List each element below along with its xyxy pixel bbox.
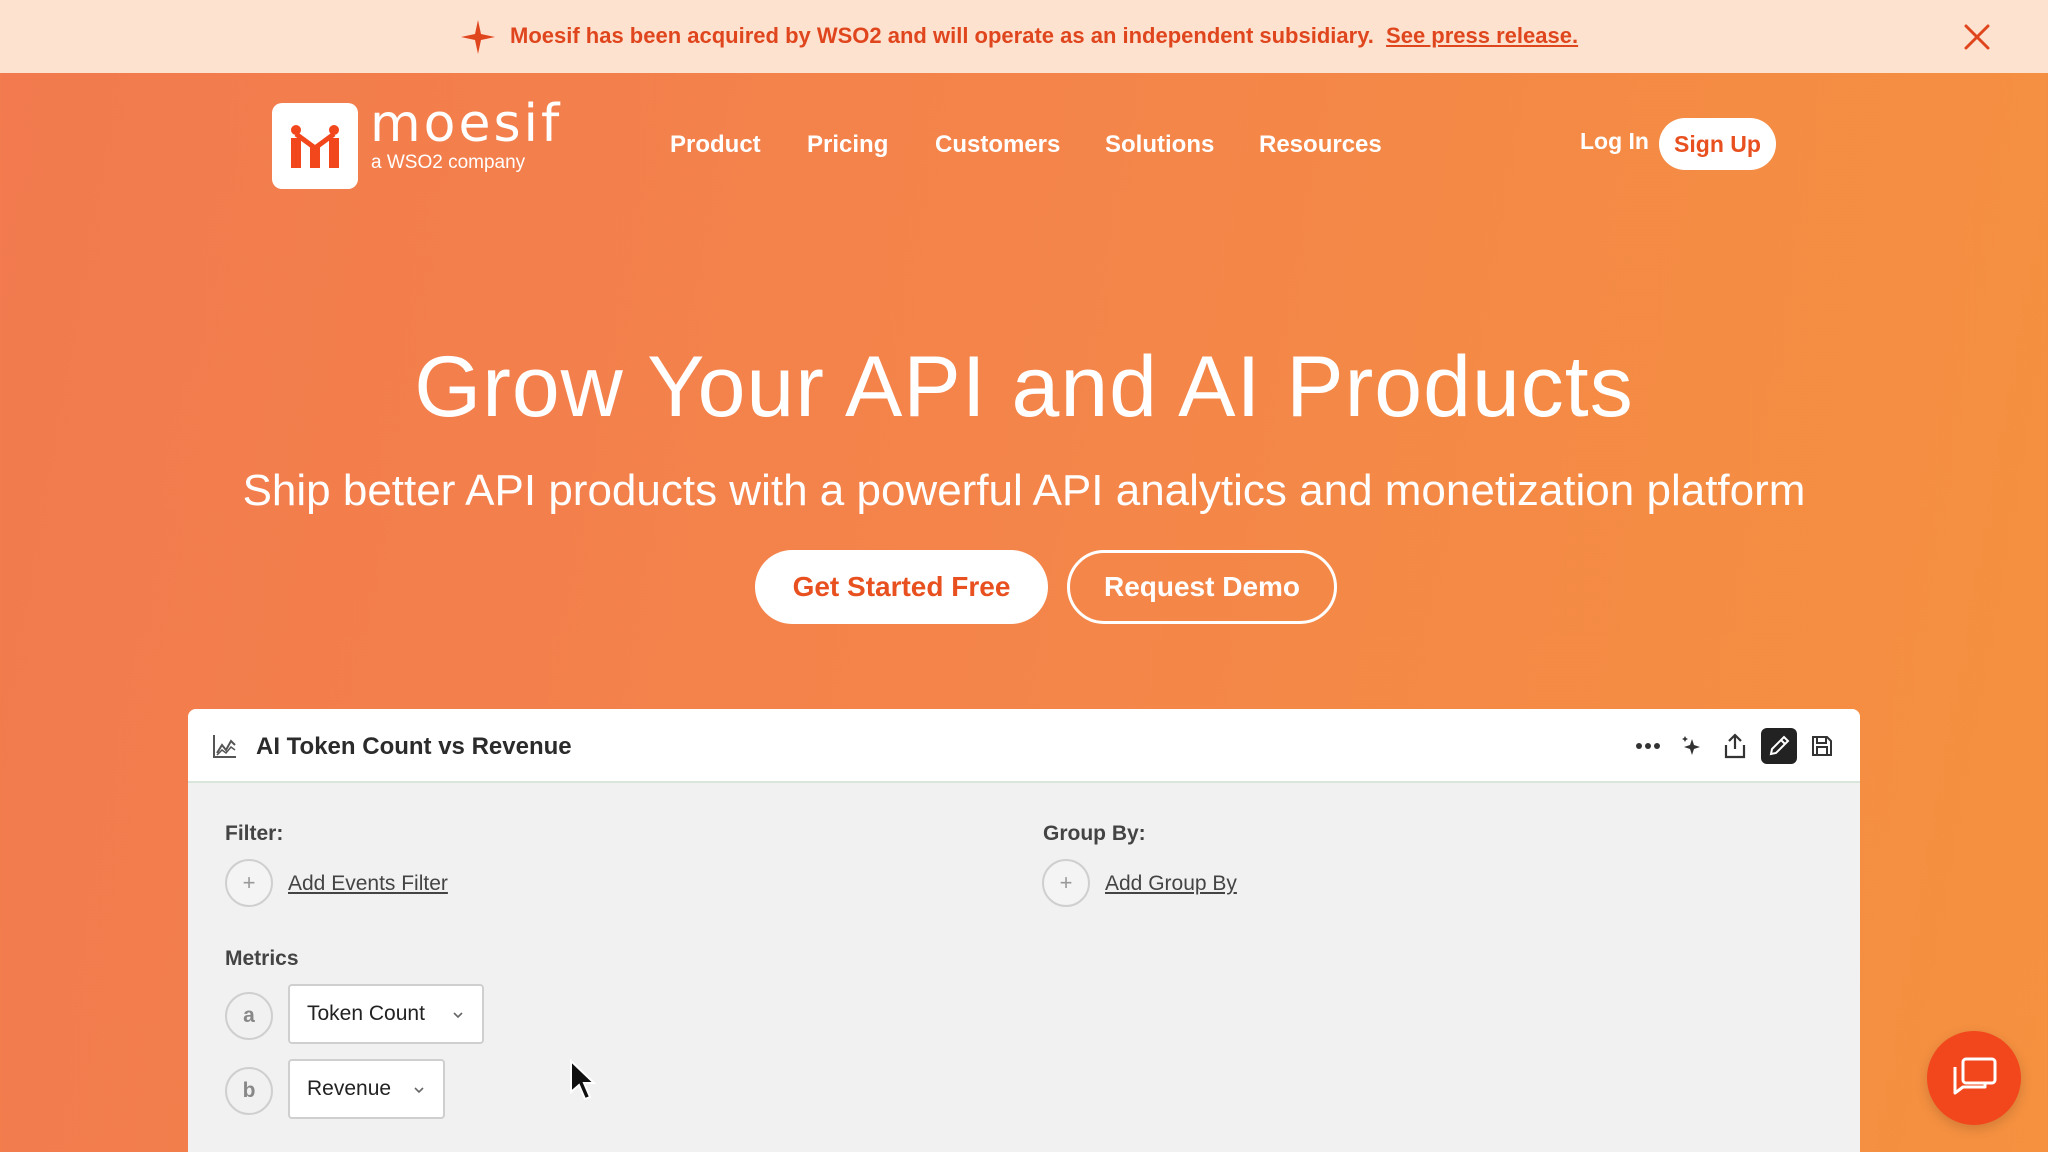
signup-button[interactable]: Sign Up bbox=[1659, 118, 1776, 170]
nav-pricing[interactable]: Pricing bbox=[807, 131, 888, 159]
press-release-link[interactable]: See press release. bbox=[1386, 23, 1578, 48]
nav-customers[interactable]: Customers bbox=[935, 131, 1060, 159]
hero-title: Grow Your API and AI Products bbox=[414, 339, 1634, 435]
group-by-label: Group By: bbox=[1043, 822, 1146, 845]
logo-wordmark[interactable]: moesif bbox=[370, 98, 562, 150]
sparkles-icon bbox=[1682, 736, 1700, 755]
filter-label: Filter: bbox=[225, 822, 284, 845]
add-group-by-button[interactable]: + bbox=[1042, 859, 1090, 907]
metric-select-value: Token Count bbox=[307, 1002, 425, 1025]
chevron-down-icon bbox=[414, 1087, 424, 1094]
chat-icon bbox=[1953, 1057, 1997, 1095]
metrics-label: Metrics bbox=[225, 947, 299, 970]
line-chart-icon bbox=[213, 735, 236, 758]
dashboard-title: AI Token Count vs Revenue bbox=[256, 733, 572, 760]
banner-text: Moesif has been acquired by WSO2 and wil… bbox=[510, 23, 1374, 48]
save-icon bbox=[1812, 736, 1832, 756]
nav-resources[interactable]: Resources bbox=[1259, 131, 1382, 159]
logo-mark-icon bbox=[291, 125, 339, 168]
save-button[interactable] bbox=[1804, 728, 1840, 764]
add-filter-button[interactable]: + bbox=[225, 859, 273, 907]
get-started-button[interactable]: Get Started Free bbox=[755, 550, 1048, 624]
metric-letter-b: b bbox=[225, 1067, 273, 1115]
plus-icon: + bbox=[242, 870, 256, 895]
announcement-banner: Moesif has been acquired by WSO2 and wil… bbox=[0, 0, 2048, 73]
mouse-cursor-icon bbox=[570, 1058, 597, 1101]
request-demo-button[interactable]: Request Demo bbox=[1067, 550, 1337, 624]
login-link[interactable]: Log In bbox=[1580, 128, 1649, 155]
moesif-logo[interactable] bbox=[272, 103, 358, 189]
share-button[interactable] bbox=[1717, 728, 1753, 764]
add-group-by-link[interactable]: Add Group By bbox=[1105, 872, 1237, 896]
more-options-button[interactable] bbox=[1630, 728, 1666, 764]
chat-button[interactable] bbox=[1927, 1031, 2021, 1125]
metric-select-token-count[interactable]: Token Count bbox=[288, 984, 484, 1044]
sparkle-icon bbox=[461, 20, 495, 54]
plus-icon: + bbox=[1059, 870, 1073, 895]
close-icon[interactable] bbox=[1962, 22, 1992, 52]
logo-tagline: a WSO2 company bbox=[371, 152, 526, 173]
ai-sparkle-button[interactable] bbox=[1674, 728, 1710, 764]
edit-button[interactable] bbox=[1761, 728, 1797, 764]
ellipsis-icon bbox=[1636, 743, 1660, 749]
share-icon bbox=[1724, 733, 1746, 759]
hero-subtitle: Ship better API products with a powerful… bbox=[242, 466, 1806, 515]
chevron-down-icon bbox=[453, 1012, 463, 1019]
card-header: AI Token Count vs Revenue bbox=[188, 709, 1860, 783]
metric-select-revenue[interactable]: Revenue bbox=[288, 1059, 445, 1119]
metric-letter-a: a bbox=[225, 992, 273, 1040]
dashboard-card: AI Token Count vs Revenue Filter: + Add … bbox=[188, 709, 1860, 1152]
nav-solutions[interactable]: Solutions bbox=[1105, 131, 1214, 159]
pencil-icon bbox=[1769, 735, 1790, 756]
add-events-filter-link[interactable]: Add Events Filter bbox=[288, 872, 448, 896]
banner-message: Moesif has been acquired by WSO2 and wil… bbox=[510, 23, 1578, 49]
metric-select-value: Revenue bbox=[307, 1077, 392, 1100]
nav-product[interactable]: Product bbox=[670, 131, 761, 159]
